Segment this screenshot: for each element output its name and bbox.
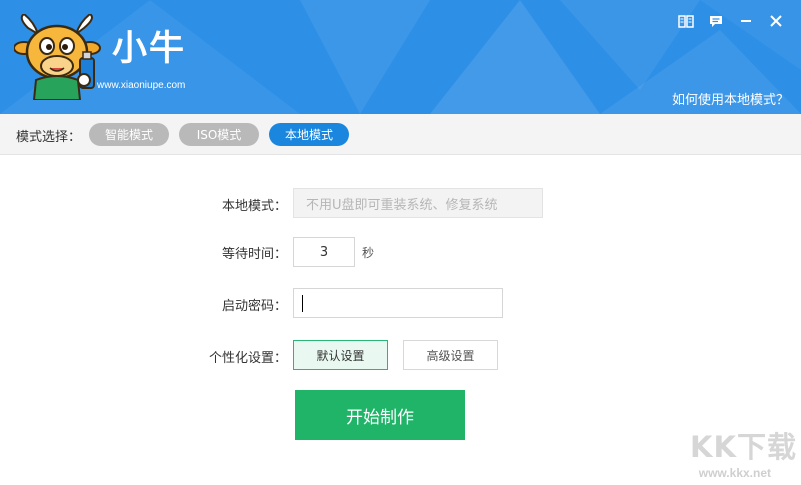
- boot-password-input[interactable]: [293, 288, 503, 318]
- brand-url: www.xiaoniupe.com: [97, 80, 186, 91]
- app-header: 小牛 www.xiaoniupe.com 如何使用本地模式？: [0, 0, 801, 114]
- mode-smart-button[interactable]: 智能模式: [89, 123, 169, 146]
- chat-icon[interactable]: [701, 10, 731, 32]
- mode-selector-bar: 模式选择： 智能模式 ISO模式 本地模式: [0, 114, 801, 155]
- window-controls: [671, 10, 791, 32]
- default-settings-button[interactable]: 默认设置: [293, 340, 388, 370]
- personalize-label: 个性化设置：: [208, 351, 287, 366]
- kk-download-watermark: KK下载 www.kkx.net: [679, 433, 797, 483]
- text-cursor: [302, 294, 303, 312]
- mode-iso-button[interactable]: ISO模式: [179, 123, 259, 146]
- calf-mascot-logo: [14, 14, 101, 100]
- close-icon[interactable]: [761, 10, 791, 32]
- wait-time-input[interactable]: 3: [293, 237, 355, 267]
- brand-name: 小牛: [112, 29, 187, 69]
- local-mode-placeholder: 不用U盘即可重装系统、修复系统: [306, 197, 498, 213]
- help-local-mode-link[interactable]: 如何使用本地模式？: [672, 89, 789, 108]
- minimize-icon[interactable]: [731, 10, 761, 32]
- boot-password-label: 启动密码：: [221, 299, 287, 314]
- watermark-text: KK下载: [690, 430, 797, 464]
- local-mode-label: 本地模式：: [221, 199, 287, 214]
- book-icon[interactable]: [671, 10, 701, 32]
- local-mode-field: 不用U盘即可重装系统、修复系统: [293, 188, 543, 218]
- wait-time-value: 3: [319, 244, 329, 260]
- watermark-url: www.kkx.net: [698, 466, 771, 480]
- wait-time-label: 等待时间：: [221, 247, 287, 262]
- wait-time-unit: 秒: [362, 246, 375, 260]
- mode-selector-label: 模式选择：: [16, 130, 82, 145]
- advanced-settings-button[interactable]: 高级设置: [403, 340, 498, 370]
- start-make-button[interactable]: 开始制作: [295, 390, 465, 440]
- mode-local-button[interactable]: 本地模式: [269, 123, 349, 146]
